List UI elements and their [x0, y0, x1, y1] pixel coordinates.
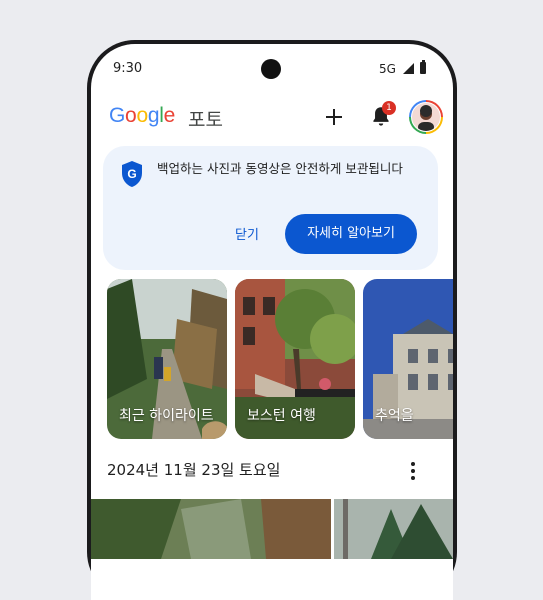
avatar-image — [418, 105, 434, 131]
logo-letter: e — [163, 104, 176, 127]
battery-icon — [420, 60, 426, 74]
svg-text:G: G — [127, 167, 136, 181]
memory-card-boston[interactable]: 보스턴 여행 — [235, 279, 355, 439]
logo-letter: G — [109, 104, 126, 127]
backup-message: 백업하는 사진과 동영상은 안전하게 보관됩니다 — [157, 161, 403, 176]
backup-info-card: G 백업하는 사진과 동영상은 안전하게 보관됩니다 닫기 자세히 알아보기 — [103, 146, 438, 270]
status-time: 9:30 — [113, 61, 143, 76]
memory-card-highlights[interactable]: 최근 하이라이트 — [107, 279, 227, 439]
memories-carousel[interactable]: 최근 하이라이트 보스턴 여행 추억을 — [107, 279, 453, 439]
memory-label: 보스턴 여행 — [247, 408, 316, 424]
camera-cutout — [261, 59, 281, 79]
phone-screen: 9:30 5G Google 포토 1 G 백업하는 사진과 동영상은 안전하게… — [91, 44, 453, 600]
avatar[interactable] — [409, 100, 443, 134]
memory-card-memories[interactable]: 추억을 — [363, 279, 453, 439]
google-logo: Google — [109, 104, 175, 128]
photo-thumbnails[interactable] — [91, 499, 453, 559]
status-bar: 9:30 5G — [91, 44, 453, 100]
photo-grid — [91, 499, 453, 559]
logo-letter: g — [147, 104, 160, 127]
plus-icon[interactable] — [323, 106, 345, 128]
signal-icon — [403, 63, 414, 74]
network-type: 5G — [379, 62, 396, 76]
product-name: 포토 — [188, 109, 223, 131]
close-button[interactable]: 닫기 — [233, 222, 261, 245]
learn-more-button[interactable]: 자세히 알아보기 — [285, 214, 417, 254]
phone-frame: 9:30 5G Google 포토 1 G 백업하는 사진과 동영상은 안전하게… — [87, 40, 457, 600]
memory-label: 최근 하이라이트 — [119, 408, 214, 424]
logo-letter: o — [125, 104, 137, 127]
more-vert-icon[interactable] — [411, 462, 417, 482]
logo-letter: o — [136, 104, 148, 127]
shield-icon: G — [122, 161, 142, 187]
date-header: 2024년 11월 23일 토요일 — [107, 461, 281, 479]
notification-badge: 1 — [382, 101, 396, 115]
memory-label: 추억을 — [375, 408, 414, 424]
app-bar: Google 포토 1 — [91, 100, 453, 144]
